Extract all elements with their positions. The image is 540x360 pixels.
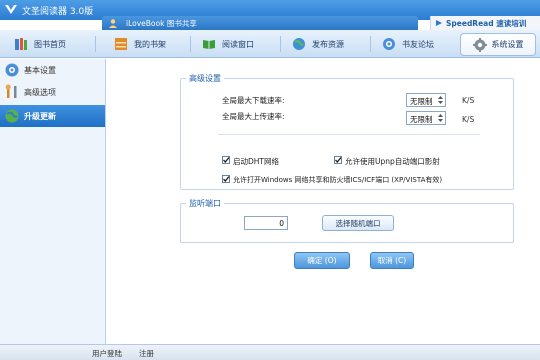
check-icon xyxy=(223,176,230,182)
nav-item-publish[interactable]: 发布资源 xyxy=(292,34,344,54)
nav-item-label: 系统设置 xyxy=(491,40,524,49)
register-link[interactable]: 注册 xyxy=(139,348,154,359)
download-rate-select[interactable]: 无限制 xyxy=(406,93,446,107)
download-unit: K/S xyxy=(462,96,475,105)
nav-item-reading[interactable]: 阅读窗口 xyxy=(202,34,254,54)
nav-divider xyxy=(280,36,281,52)
ilovebook-tab[interactable]: iLoveBook 图书共享 xyxy=(102,16,418,30)
nav-item-label: 图书首页 xyxy=(34,39,66,49)
firewall-checkbox[interactable] xyxy=(222,175,230,183)
nav-divider xyxy=(370,36,371,52)
app-logo-icon xyxy=(5,5,17,14)
nav-item-label: 阅读窗口 xyxy=(222,39,254,49)
nav-item-home[interactable]: 图书首页 xyxy=(14,34,66,54)
check-icon xyxy=(223,157,230,163)
tools-icon xyxy=(5,84,17,98)
nav-item-label: 书友论坛 xyxy=(402,39,434,49)
listen-port-input[interactable]: 0 xyxy=(244,216,288,230)
status-bar: 用户登陆 注册 xyxy=(0,344,540,360)
nav-item-bookshelf[interactable]: 我的书架 xyxy=(114,34,166,54)
sidebar: 基本设置 高级选项 升级更新 xyxy=(0,59,106,344)
download-rate-label: 全局最大下载速率: xyxy=(222,96,285,105)
spinner-icon[interactable] xyxy=(437,113,444,123)
firewall-label: 允许打开Windows 网络共享和防火墙ICS/ICF端口 (XP/VISTA有… xyxy=(233,176,443,184)
nav-divider xyxy=(190,36,191,52)
nav-divider xyxy=(95,36,96,52)
speedread-label: SpeedRead 速读培训 xyxy=(446,19,527,28)
upload-unit: K/S xyxy=(462,115,475,124)
sidebar-item-update[interactable]: 升级更新 xyxy=(0,105,105,127)
main-nav: 图书首页 我的书架 阅读窗口 发布资源 书友论坛 系统设置 xyxy=(0,30,540,58)
upnp-label: 允许使用Upnp自动端口影射 xyxy=(345,157,440,166)
sidebar-item-label: 基本设置 xyxy=(24,65,56,75)
nav-item-label: 我的书架 xyxy=(134,39,166,49)
random-port-button[interactable]: 选择随机端口 xyxy=(322,215,394,231)
upnp-checkbox[interactable] xyxy=(334,156,342,164)
nav-item-label: 发布资源 xyxy=(312,39,344,49)
nav-item-forum[interactable]: 书友论坛 xyxy=(382,34,434,54)
listen-port-title: 监听端口 xyxy=(186,198,224,209)
ok-button[interactable]: 确定 (O) xyxy=(294,252,350,269)
speedread-link[interactable]: SpeedRead 速读培训 xyxy=(430,16,540,30)
divider xyxy=(218,134,480,135)
forum-icon xyxy=(383,38,395,50)
upload-rate-label: 全局最大上传速率: xyxy=(222,112,285,121)
download-rate-value: 无限制 xyxy=(410,97,433,106)
sidebar-item-label: 升级更新 xyxy=(24,111,56,121)
advanced-settings-title: 高级设置 xyxy=(186,73,224,84)
spinner-icon[interactable] xyxy=(437,95,444,105)
dht-checkbox[interactable] xyxy=(222,156,230,164)
app-title: 文圣阅读器 3.0版 xyxy=(22,7,94,17)
settings-icon xyxy=(5,63,19,77)
dht-label: 启动DHT网络 xyxy=(233,157,279,166)
nav-item-settings[interactable]: 系统设置 xyxy=(460,33,536,56)
bookshelf-icon xyxy=(115,38,127,50)
upload-rate-value: 无限制 xyxy=(410,115,433,124)
user-icon xyxy=(109,19,117,28)
arrow-icon xyxy=(436,20,442,26)
gear-icon xyxy=(472,37,487,52)
check-icon xyxy=(335,157,342,163)
update-globe-icon xyxy=(5,109,19,123)
book-icon xyxy=(203,40,215,49)
sidebar-item-label: 高级选项 xyxy=(24,87,56,97)
globe-icon xyxy=(293,38,305,50)
sidebar-item-basic[interactable]: 基本设置 xyxy=(0,59,105,81)
cancel-button[interactable]: 取消 (C) xyxy=(370,252,414,269)
sidebar-item-advanced[interactable]: 高级选项 xyxy=(0,81,105,103)
login-link[interactable]: 用户登陆 xyxy=(92,348,122,359)
upload-rate-select[interactable]: 无限制 xyxy=(406,111,446,125)
ilovebook-tab-label: iLoveBook 图书共享 xyxy=(126,19,197,28)
books-icon xyxy=(15,38,27,50)
